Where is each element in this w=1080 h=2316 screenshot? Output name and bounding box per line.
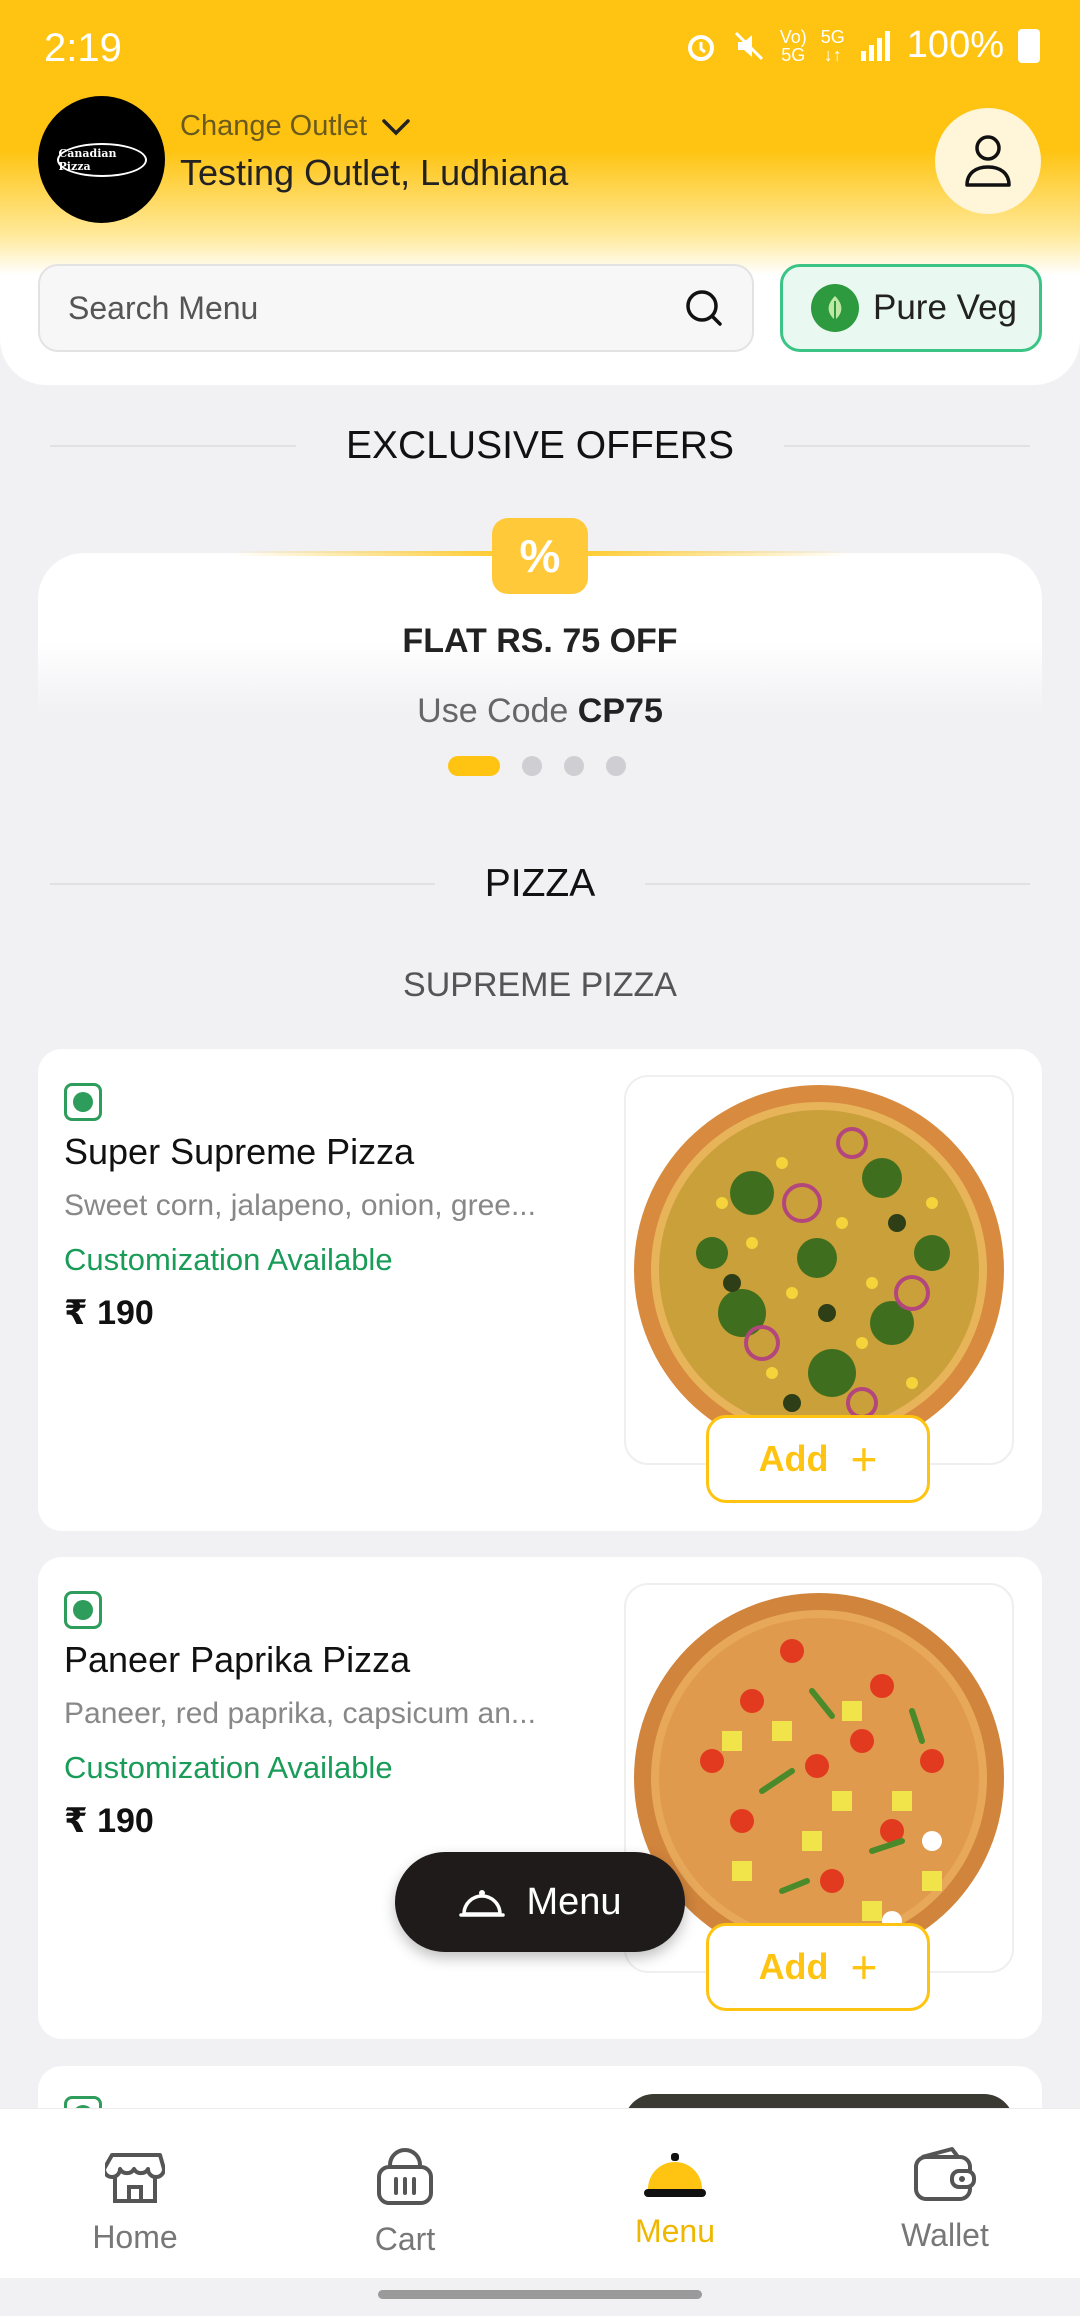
logo-text: Canadian Pizza xyxy=(56,142,147,177)
plus-icon: + xyxy=(850,1433,878,1485)
plus-icon: + xyxy=(850,1941,878,1993)
offers-section-title: EXCLUSIVE OFFERS xyxy=(50,424,1030,468)
nav-cart-label: Cart xyxy=(374,2221,436,2257)
add-label: Add xyxy=(758,1946,829,1987)
alarm-icon xyxy=(687,34,714,61)
search-icon[interactable] xyxy=(684,288,724,328)
basket-icon xyxy=(377,2148,433,2205)
add-label: Add xyxy=(758,1438,829,1479)
offer-code-prefix: Use Code xyxy=(417,692,569,730)
user-icon xyxy=(965,135,1011,187)
offer-code-value: CP75 xyxy=(577,692,663,730)
menu-item-card[interactable]: Super Supreme Pizza Sweet corn, jalapeno… xyxy=(38,1049,1042,1531)
customization-label: Customization Available xyxy=(64,1242,393,1277)
add-button[interactable]: Add + xyxy=(706,1923,930,2011)
item-description: Paneer, red paprika, capsicum an... xyxy=(64,1697,536,1730)
outlet-name[interactable]: Testing Outlet, Ludhiana xyxy=(180,152,568,194)
pizza-image[interactable] xyxy=(624,1075,1014,1465)
divider xyxy=(50,883,435,885)
offer-title: FLAT RS. 75 OFF xyxy=(402,622,678,660)
mute-icon xyxy=(734,31,763,60)
status-bar: 2:19 Vo) 5G 5G ↓↑ 100% xyxy=(0,0,1080,95)
change-outlet-label: Change Outlet xyxy=(180,110,368,142)
pure-veg-toggle[interactable]: Pure Veg xyxy=(780,264,1042,352)
nav-wallet-label: Wallet xyxy=(901,2217,989,2253)
leaf-icon xyxy=(811,284,859,332)
status-time: 2:19 xyxy=(44,26,122,70)
bottom-nav: Home Cart Menu Wallet xyxy=(0,2108,1080,2278)
item-price: ₹ 190 xyxy=(64,1802,154,1840)
nav-wallet[interactable]: Wallet xyxy=(810,2109,1080,2278)
divider xyxy=(783,445,1030,447)
divider xyxy=(50,445,297,447)
battery-icon xyxy=(1018,28,1040,63)
divider xyxy=(645,883,1031,885)
subcategory-title: SUPREME PIZZA xyxy=(403,966,677,1004)
item-name: Paneer Paprika Pizza xyxy=(64,1639,411,1680)
home-indicator[interactable] xyxy=(378,2290,702,2299)
nav-menu[interactable]: Menu xyxy=(540,2109,810,2278)
nav-menu-label: Menu xyxy=(634,2213,716,2249)
item-name: Super Supreme Pizza xyxy=(64,1131,415,1172)
menu-fab-label: Menu xyxy=(526,1880,622,1923)
offer-code: Use Code CP75 xyxy=(0,692,1080,731)
category-title: PIZZA xyxy=(50,862,1031,906)
nav-home-label: Home xyxy=(92,2219,178,2255)
offers-title-text: EXCLUSIVE OFFERS xyxy=(346,424,734,467)
add-button[interactable]: Add + xyxy=(706,1415,930,1503)
carousel-dot[interactable] xyxy=(606,756,626,776)
volte-icon: Vo) 5G xyxy=(779,26,807,65)
veg-indicator-icon xyxy=(64,1083,102,1121)
veg-indicator-icon xyxy=(64,1591,102,1629)
category-title-text: PIZZA xyxy=(484,862,596,905)
carousel-dot-active[interactable] xyxy=(448,756,500,776)
chevron-down-icon xyxy=(382,118,410,135)
nav-cart[interactable]: Cart xyxy=(270,2109,540,2278)
change-outlet-button[interactable]: Change Outlet xyxy=(180,110,411,143)
carousel-dots xyxy=(448,756,626,776)
network-5g-icon: 5G ↓↑ xyxy=(820,26,845,65)
item-description: Sweet corn, jalapeno, onion, gree... xyxy=(64,1189,536,1222)
cloche-icon xyxy=(644,2153,706,2197)
item-price: ₹ 190 xyxy=(64,1294,154,1332)
brand-logo: Canadian Pizza xyxy=(38,96,165,223)
battery-percent: 100% xyxy=(906,24,1004,66)
menu-fab-button[interactable]: Menu xyxy=(395,1852,685,1952)
cloche-icon xyxy=(459,1890,506,1917)
status-icons: Vo) 5G 5G ↓↑ 100% xyxy=(684,24,1040,67)
pure-veg-label: Pure Veg xyxy=(873,288,1017,327)
menu-item-card[interactable]: Paneer Paprika Pizza Paneer, red paprika… xyxy=(38,1557,1042,2039)
store-icon xyxy=(105,2153,165,2203)
nav-home[interactable]: Home xyxy=(0,2109,270,2278)
search-input[interactable]: Search Menu xyxy=(38,264,754,352)
carousel-dot[interactable] xyxy=(564,756,584,776)
search-placeholder: Search Menu xyxy=(68,289,259,326)
signal-icon xyxy=(860,30,890,61)
profile-button[interactable] xyxy=(935,108,1041,214)
percent-icon: % xyxy=(492,518,588,594)
wallet-icon xyxy=(914,2147,976,2201)
carousel-dot[interactable] xyxy=(522,756,542,776)
customization-label: Customization Available xyxy=(64,1750,393,1785)
